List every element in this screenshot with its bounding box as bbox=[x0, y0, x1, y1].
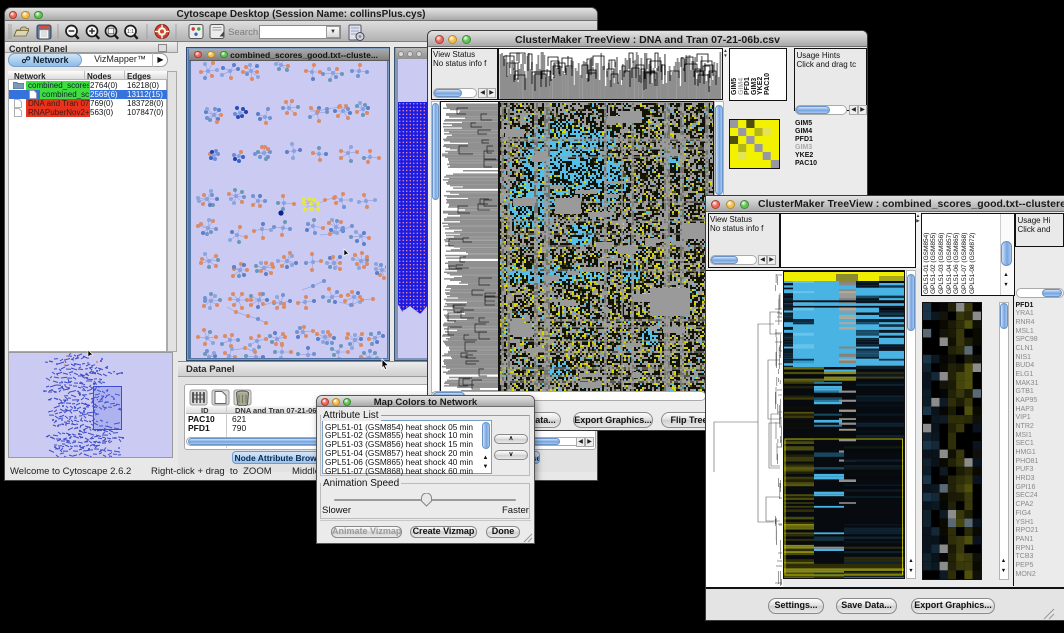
svg-text:1:1: 1:1 bbox=[127, 29, 134, 35]
